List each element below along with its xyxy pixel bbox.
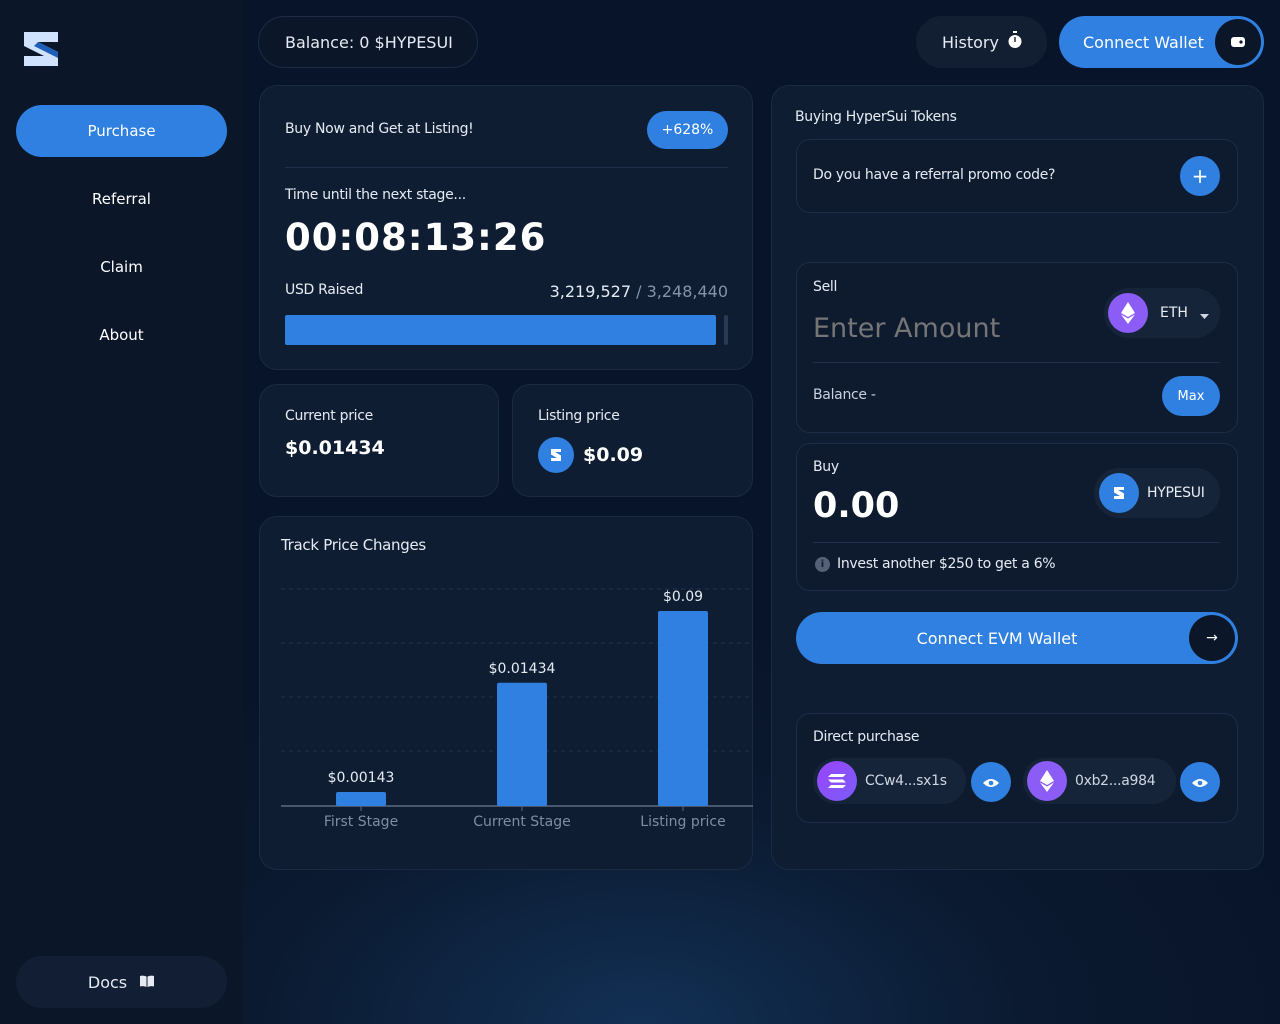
eye-icon xyxy=(1192,773,1208,792)
hypesui-token-icon xyxy=(1099,473,1139,513)
buy-token-display: HYPESUI xyxy=(1094,468,1220,518)
chart-title: Track Price Changes xyxy=(281,536,426,554)
buy-panel-title: Buying HyperSui Tokens xyxy=(795,109,957,125)
direct-purchase-title: Direct purchase xyxy=(813,729,920,745)
promo-text: Buy Now and Get at Listing! xyxy=(285,121,474,137)
nav-referral-label: Referral xyxy=(92,190,151,208)
chevron-down-icon xyxy=(1199,304,1209,323)
invest-hint: Invest another $250 to get a 6% xyxy=(837,556,1056,572)
ethereum-icon xyxy=(1108,293,1148,333)
buy-divider xyxy=(813,542,1220,543)
nav-about[interactable]: About xyxy=(16,309,227,361)
invest-hint-text: Invest another $250 to get a xyxy=(837,556,1030,572)
sell-label: Sell xyxy=(813,279,838,295)
hypersui-logo-icon[interactable] xyxy=(20,28,62,70)
ethereum-wallet-chip[interactable]: 0xb2...a984 xyxy=(1023,758,1176,804)
chart-bar xyxy=(336,792,386,806)
connect-evm-wallet-button[interactable]: Connect EVM Wallet → xyxy=(796,612,1238,664)
ethereum-wallet-label: 0xb2...a984 xyxy=(1075,773,1156,789)
timer-label: Time until the next stage... xyxy=(285,187,466,203)
stage-divider xyxy=(285,167,728,168)
listing-price-label: Listing price xyxy=(538,408,620,424)
sell-balance-label: Balance - xyxy=(813,387,876,403)
nav-claim[interactable]: Claim xyxy=(16,241,227,293)
buy-label: Buy xyxy=(813,459,839,475)
chart-value-label: $0.09 xyxy=(663,589,703,605)
arrow-right-icon: → xyxy=(1189,615,1235,661)
sidebar: Purchase Referral Claim About Docs xyxy=(0,0,243,1024)
chart-bar xyxy=(497,682,547,806)
sell-amount-input[interactable] xyxy=(813,308,1093,348)
raised-label: USD Raised xyxy=(285,282,364,298)
raised-separator: / xyxy=(631,282,647,301)
nav-purchase[interactable]: Purchase xyxy=(16,105,227,157)
promo-badge: +628% xyxy=(647,111,728,149)
balance-display: Balance: 0 $HYPESUI xyxy=(258,16,478,68)
raised-progress-end xyxy=(724,315,728,345)
raised-value: 3,219,527 xyxy=(549,282,631,301)
raised-progress-fill xyxy=(285,315,716,345)
raised-target: 3,248,440 xyxy=(646,282,728,301)
listing-price-value: $0.09 xyxy=(583,444,644,466)
nav-purchase-label: Purchase xyxy=(87,122,156,140)
nav-about-label: About xyxy=(99,326,144,344)
current-price-value: $0.01434 xyxy=(285,437,385,459)
chart-value-label: $0.00143 xyxy=(328,770,395,786)
referral-add-button[interactable]: + xyxy=(1180,156,1220,196)
balance-label: Balance: 0 $HYPESUI xyxy=(285,32,453,52)
timer-value: 00:08:13:26 xyxy=(285,216,547,259)
nav-claim-label: Claim xyxy=(100,258,143,276)
docs-button[interactable]: Docs xyxy=(16,956,227,1008)
eye-icon xyxy=(983,773,999,792)
book-icon xyxy=(139,973,155,992)
info-icon: i xyxy=(815,557,830,572)
current-price-label: Current price xyxy=(285,408,373,424)
history-button[interactable]: History xyxy=(916,16,1047,68)
referral-question: Do you have a referral promo code? xyxy=(813,167,1056,183)
history-label: History xyxy=(942,32,999,52)
stopwatch-icon xyxy=(1007,31,1023,53)
max-button[interactable]: Max xyxy=(1162,376,1220,416)
ethereum-icon xyxy=(1027,761,1067,801)
raised-progress-bar xyxy=(285,315,728,345)
price-chart: $0.00143 First Stage $0.01434 Current Stage… xyxy=(281,588,753,830)
connect-evm-label: Connect EVM Wallet xyxy=(916,628,1078,648)
sell-token-selector[interactable]: ETH xyxy=(1104,288,1220,338)
raised-amount: 3,219,527 / 3,248,440 xyxy=(550,282,728,301)
chart-category-label: Listing price xyxy=(640,814,725,830)
buy-token-label: HYPESUI xyxy=(1147,485,1205,501)
buy-amount-value: 0.00 xyxy=(813,486,900,526)
chart-category-label: Current Stage xyxy=(473,814,571,830)
sell-divider xyxy=(813,362,1220,363)
connect-wallet-label: Connect Wallet xyxy=(1083,32,1204,52)
solana-wallet-chip[interactable]: CCw4...sx1s xyxy=(813,758,966,804)
view-ethereum-wallet-button[interactable] xyxy=(1180,762,1220,802)
chart-value-label: $0.01434 xyxy=(489,661,556,677)
nav-referral[interactable]: Referral xyxy=(16,173,227,225)
docs-label: Docs xyxy=(87,972,128,992)
wallet-icon xyxy=(1215,19,1261,65)
chart-category-label: First Stage xyxy=(324,814,398,830)
solana-wallet-label: CCw4...sx1s xyxy=(865,773,947,789)
connect-wallet-button[interactable]: Connect Wallet xyxy=(1059,16,1264,68)
invest-bonus: 6% xyxy=(1033,556,1056,572)
chart-bar xyxy=(658,611,708,806)
sell-token-label: ETH xyxy=(1160,305,1188,321)
solana-icon xyxy=(817,761,857,801)
view-solana-wallet-button[interactable] xyxy=(971,762,1011,802)
hypesui-token-icon xyxy=(538,437,574,473)
